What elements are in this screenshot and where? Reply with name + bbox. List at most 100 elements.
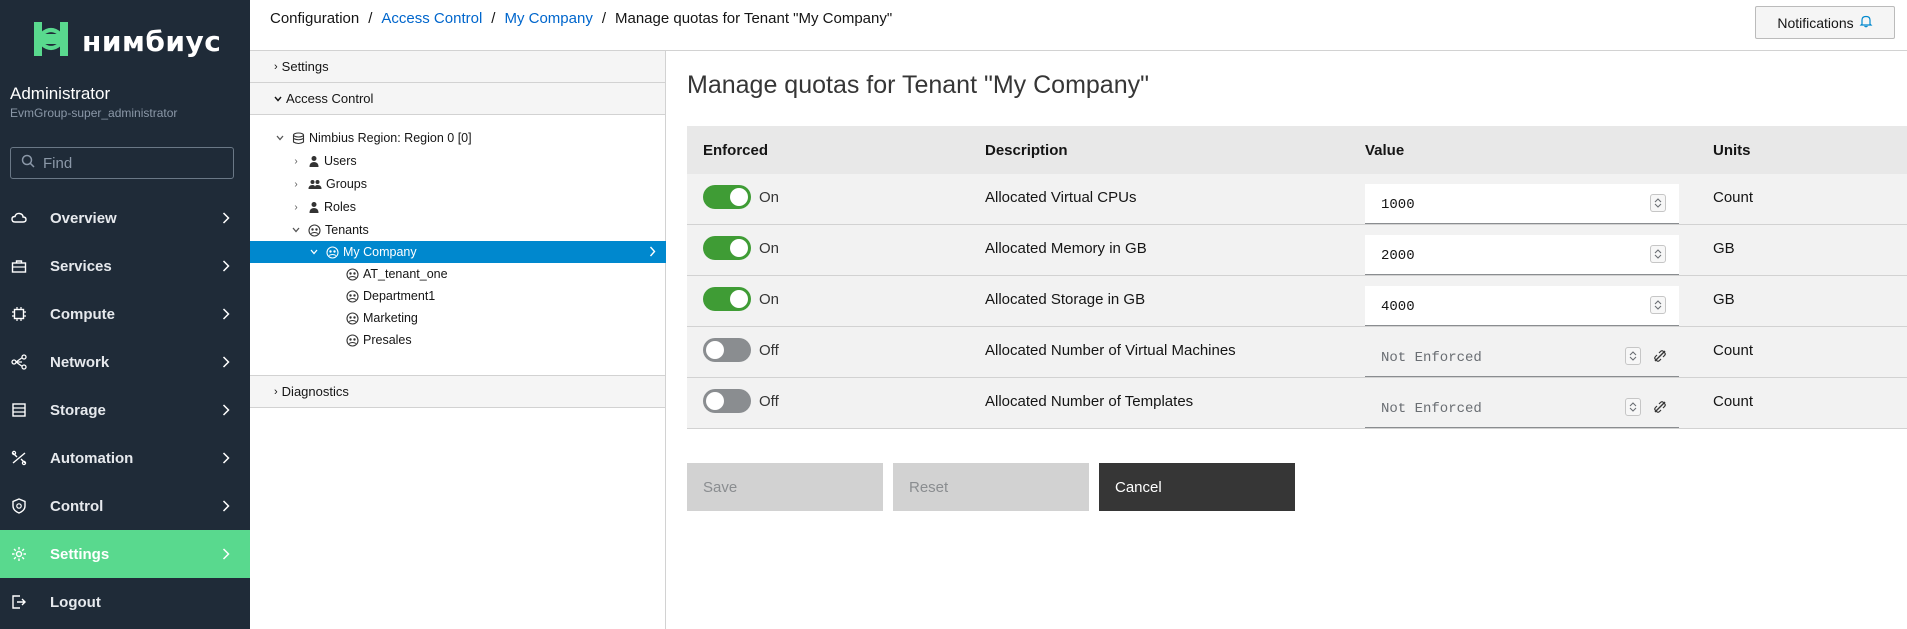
reset-button[interactable]: Reset xyxy=(893,463,1089,511)
tree-node-child[interactable]: Presales xyxy=(346,329,412,351)
nav-item-compute[interactable]: Compute xyxy=(0,290,250,338)
quota-units: GB xyxy=(1713,240,1735,257)
chevron-right-icon xyxy=(222,403,230,420)
tree-node-label: Nimbius Region: Region 0 [0] xyxy=(309,131,472,145)
nav-item-network[interactable]: Network xyxy=(0,338,250,386)
tree-node-child[interactable]: AT_tenant_one xyxy=(346,263,448,285)
tenant-icon xyxy=(308,223,321,237)
spinner-icon[interactable] xyxy=(1625,398,1641,416)
form-actions: Save Reset Cancel xyxy=(687,463,1305,511)
save-button[interactable]: Save xyxy=(687,463,883,511)
enforced-switch[interactable] xyxy=(703,185,751,209)
shield-icon xyxy=(11,498,27,514)
gear-icon xyxy=(11,546,27,562)
cancel-button[interactable]: Cancel xyxy=(1099,463,1295,511)
chevron-right-icon xyxy=(222,355,230,372)
accordion-access-control[interactable]: Access Control xyxy=(250,83,665,115)
nav-item-logout[interactable]: Logout xyxy=(0,578,250,626)
quota-description: Allocated Memory in GB xyxy=(985,240,1147,257)
tree-node-label: My Company xyxy=(343,245,417,259)
breadcrumb: Configuration / Access Control / My Company /… xyxy=(270,10,893,27)
enforced-switch[interactable] xyxy=(703,236,751,260)
nav-item-storage[interactable]: Storage xyxy=(0,386,250,434)
column-header-enforced: Enforced xyxy=(703,142,769,159)
search-input[interactable]: Find xyxy=(10,147,234,179)
chevron-down-icon xyxy=(308,247,320,258)
notifications-button[interactable]: Notifications xyxy=(1755,6,1895,39)
chevron-right-icon xyxy=(222,259,230,276)
tree-node-region[interactable]: Nimbius Region: Region 0 [0] xyxy=(274,127,472,149)
logout-icon xyxy=(11,594,27,610)
quota-value-input[interactable]: 4000 xyxy=(1365,286,1679,326)
unlink-icon xyxy=(1653,349,1667,367)
quota-value-input[interactable]: Not Enforced xyxy=(1365,337,1679,377)
quota-value-input[interactable]: Not Enforced xyxy=(1365,388,1679,428)
nav-label: Overview xyxy=(50,209,117,227)
tree-node-label: Presales xyxy=(363,333,412,347)
table-row: On Allocated Memory in GB 2000 GB xyxy=(687,225,1907,276)
nav-item-settings[interactable]: Settings xyxy=(0,530,250,578)
quota-units: Count xyxy=(1713,189,1754,206)
accordion-pane: › Settings Access Control Nimbius Region… xyxy=(250,51,666,629)
nav-label: Settings xyxy=(50,545,110,563)
chevron-down-icon xyxy=(274,133,286,144)
quota-placeholder: Not Enforced xyxy=(1381,401,1482,417)
quota-description: Allocated Number of Templates xyxy=(985,393,1194,410)
enforced-switch[interactable] xyxy=(703,287,751,311)
tree-node-groups[interactable]: › Groups xyxy=(290,173,367,195)
logo-icon xyxy=(28,18,74,65)
breadcrumb-link-my-company[interactable]: My Company xyxy=(504,10,592,27)
table-row: On Allocated Virtual CPUs 1000 Count xyxy=(687,174,1907,225)
chevron-right-icon xyxy=(222,307,230,324)
quota-value: 2000 xyxy=(1381,248,1415,264)
table-row: On Allocated Storage in GB 4000 GB xyxy=(687,276,1907,327)
quota-value: 4000 xyxy=(1381,299,1415,315)
nav-item-automation[interactable]: Automation xyxy=(0,434,250,482)
nav-label: Network xyxy=(50,353,110,371)
spinner-icon[interactable] xyxy=(1650,245,1666,263)
tree-node-my-company[interactable]: My Company xyxy=(250,241,666,263)
tree-node-child[interactable]: Marketing xyxy=(346,307,418,329)
enforced-switch[interactable] xyxy=(703,389,751,413)
table-row: Off Allocated Number of Virtual Machines… xyxy=(687,327,1907,378)
tree-node-label: AT_tenant_one xyxy=(363,267,448,281)
tree-node-label: Tenants xyxy=(325,223,369,237)
tree-node-tenants[interactable]: Tenants xyxy=(290,219,369,241)
quota-description: Allocated Virtual CPUs xyxy=(985,189,1137,206)
database-icon xyxy=(292,131,305,145)
quota-value-input[interactable]: 2000 xyxy=(1365,235,1679,275)
nav-label: Compute xyxy=(50,305,115,323)
breadcrumb-current: Manage quotas for Tenant "My Company" xyxy=(614,10,893,27)
chevron-right-icon xyxy=(222,547,230,564)
logo[interactable]: нимбиус xyxy=(28,18,221,65)
quota-value-input[interactable]: 1000 xyxy=(1365,184,1679,224)
quota-description: Allocated Number of Virtual Machines xyxy=(985,342,1236,359)
spinner-icon[interactable] xyxy=(1650,194,1666,212)
nav-item-services[interactable]: Services xyxy=(0,242,250,290)
accordion-settings[interactable]: › Settings xyxy=(250,51,665,83)
notifications-label: Notifications xyxy=(1777,14,1854,31)
unlink-icon xyxy=(1653,400,1667,418)
spinner-icon[interactable] xyxy=(1625,347,1641,365)
nav-label: Storage xyxy=(50,401,106,419)
tree-node-child[interactable]: Department1 xyxy=(346,285,435,307)
nav-label: Services xyxy=(50,257,112,275)
user-name[interactable]: Administrator xyxy=(10,84,110,104)
tree-node-users[interactable]: › Users xyxy=(290,150,356,172)
enforced-switch[interactable] xyxy=(703,338,751,362)
nav-label: Control xyxy=(50,497,104,515)
user-group: EvmGroup-super_administrator xyxy=(10,106,178,120)
chevron-right-icon: › xyxy=(294,201,298,213)
accordion-label: Settings xyxy=(281,59,329,74)
tree-node-roles[interactable]: › Roles xyxy=(290,196,356,218)
accordion-diagnostics[interactable]: › Diagnostics xyxy=(250,376,665,408)
nav-label: Automation xyxy=(50,449,134,467)
chevron-right-icon: › xyxy=(294,178,298,190)
quota-units: GB xyxy=(1713,291,1735,308)
cloud-icon xyxy=(11,210,27,226)
nav-item-control[interactable]: Control xyxy=(0,482,250,530)
spinner-icon[interactable] xyxy=(1650,296,1666,314)
switch-state: Off xyxy=(759,342,779,359)
nav-item-overview[interactable]: Overview xyxy=(0,194,250,242)
breadcrumb-link-access-control[interactable]: Access Control xyxy=(381,10,482,27)
